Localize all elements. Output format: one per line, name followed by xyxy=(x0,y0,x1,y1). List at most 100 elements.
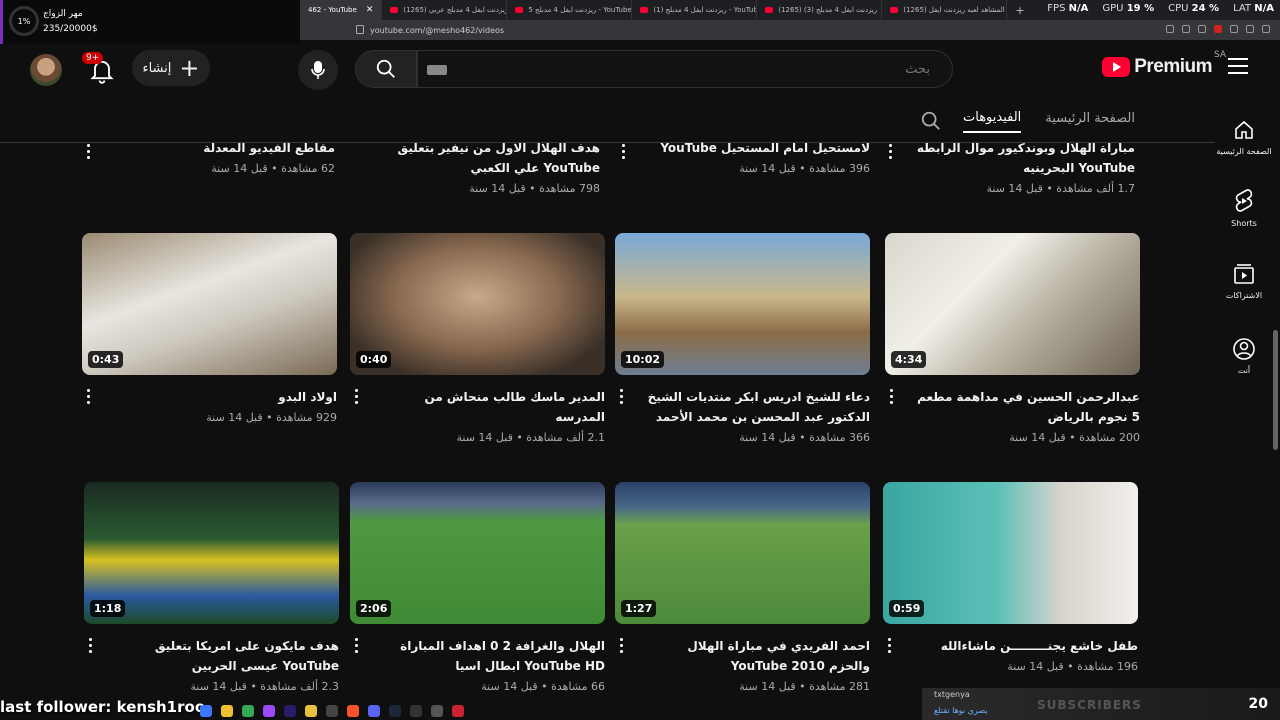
extension-icon[interactable] xyxy=(1246,25,1254,33)
more-options-icon[interactable] xyxy=(354,638,358,653)
browser-tab[interactable]: ريزدنت ايفل 4 مدبلج (3) (1265) xyxy=(757,0,883,20)
channel-search-button[interactable] xyxy=(920,110,942,136)
video-title[interactable]: مقاطع الفيديو المعدلة xyxy=(80,138,335,158)
guide-item-subscriptions[interactable]: الاشتراكات xyxy=(1208,262,1280,300)
search-input[interactable] xyxy=(417,50,953,88)
more-options-icon[interactable] xyxy=(621,144,625,159)
video-title[interactable]: طفل خاشع يجنـــــــــن ماشاءالله xyxy=(913,636,1138,656)
video-title[interactable]: عبدالرحمن الحسين في مداهمة مطعم 5 نجوم ب… xyxy=(915,387,1140,427)
app-icon[interactable] xyxy=(263,705,275,717)
video-title[interactable]: هدف مايكون على امريكا بتعليق YouTube عيس… xyxy=(114,636,339,676)
video-title[interactable]: اولاد البدو xyxy=(112,387,337,407)
search-button[interactable] xyxy=(355,50,417,88)
extension-icon[interactable] xyxy=(1198,25,1206,33)
browser-tab-active[interactable]: 462 - YouTube ✕ xyxy=(300,0,383,20)
menu-icon[interactable] xyxy=(1262,25,1270,33)
extension-icon[interactable] xyxy=(1230,25,1238,33)
video-title[interactable]: المدير ماسك طالب منحاش من المدرسه xyxy=(380,387,605,427)
app-icon[interactable] xyxy=(200,705,212,717)
video-card[interactable]: 1:18 هدف مايكون على امريكا بتعليق YouTub… xyxy=(84,482,339,693)
video-thumbnail[interactable]: 10:02 xyxy=(615,233,870,375)
video-thumbnail[interactable]: 0:40 xyxy=(350,233,605,375)
more-options-icon[interactable] xyxy=(887,638,891,653)
video-card[interactable]: 10:02 دعاء للشيخ ادريس ابكر منتديات الشي… xyxy=(615,233,870,444)
video-title[interactable]: لامستحيل امام المستحيل YouTube xyxy=(615,138,870,158)
video-thumbnail[interactable]: 1:27 xyxy=(615,482,870,624)
app-icon[interactable] xyxy=(431,705,443,717)
page-scrollbar[interactable] xyxy=(1273,330,1278,450)
brave-shield-icon[interactable] xyxy=(1214,25,1222,33)
more-options-icon[interactable] xyxy=(354,389,358,404)
brave-icon[interactable] xyxy=(347,705,359,717)
close-icon[interactable]: ✕ xyxy=(366,5,374,15)
address-bar[interactable]: youtube.com/@mesho462/videos xyxy=(300,20,1280,40)
app-icon[interactable] xyxy=(410,705,422,717)
keyboard-icon[interactable] xyxy=(427,65,447,75)
video-card[interactable]: 0:59 طفل خاشع يجنـــــــــن ماشاءالله 19… xyxy=(883,482,1138,673)
guide-item-you[interactable]: أنت xyxy=(1208,337,1280,375)
video-thumbnail[interactable]: 4:34 xyxy=(885,233,1140,375)
video-meta: 66 مشاهدة • قبل 14 سنة xyxy=(481,680,605,693)
url-text[interactable]: youtube.com/@mesho462/videos xyxy=(370,26,504,35)
account-avatar[interactable] xyxy=(30,54,62,86)
video-title[interactable]: دعاء للشيخ ادريس ابكر منتديات الشيخ الدك… xyxy=(645,387,870,427)
chat-username: txtgenya xyxy=(934,690,970,699)
video-duration: 1:18 xyxy=(90,600,126,617)
guide-item-shorts[interactable]: Shorts xyxy=(1208,188,1280,228)
bookmark-icon[interactable] xyxy=(356,25,364,34)
video-title[interactable]: احمد الفريدي في مباراة الهلال والحزم You… xyxy=(645,636,870,676)
create-button[interactable]: إنشاء + xyxy=(132,50,210,86)
video-thumbnail[interactable]: 0:59 xyxy=(883,482,1138,624)
video-card-partial[interactable]: مقاطع الفيديو المعدلة 62 مشاهدة • قبل 14… xyxy=(80,138,335,175)
notifications-button[interactable]: 9+ xyxy=(82,52,118,86)
video-title[interactable]: الهلال والغرافة 2 0 اهداف المباراة YouTu… xyxy=(380,636,605,676)
video-card[interactable]: 1:27 احمد الفريدي في مباراة الهلال والحز… xyxy=(615,482,870,693)
video-meta: 200 مشاهدة • قبل 14 سنة xyxy=(1009,431,1140,444)
guide-item-home[interactable]: الصفحة الرئيسية xyxy=(1208,118,1280,156)
browser-tab[interactable]: (1265) جميع المشاهد لعبه ريزدنت ايفل xyxy=(882,0,1008,20)
more-options-icon[interactable] xyxy=(86,389,90,404)
extension-icon[interactable] xyxy=(1166,25,1174,33)
premiere-icon[interactable] xyxy=(284,705,296,717)
more-options-icon[interactable] xyxy=(889,389,893,404)
plus-icon: + xyxy=(179,54,200,82)
tab-home[interactable]: الصفحة الرئيسية xyxy=(1045,111,1135,132)
app-icon[interactable] xyxy=(221,705,233,717)
discord-icon[interactable] xyxy=(368,705,380,717)
new-tab-button[interactable]: + xyxy=(1007,4,1032,17)
video-thumbnail[interactable]: 1:18 xyxy=(84,482,339,624)
video-thumbnail[interactable]: 0:43 xyxy=(82,233,337,375)
video-title[interactable]: هدف الهلال الاول من نيفير بتعليق YouTube… xyxy=(345,138,601,178)
donation-goal-overlay: 1% مهر الزواج 235/20000$ xyxy=(0,0,300,44)
browser-tab[interactable]: ريزدنت ايفل 4 مدبلج 5 - YouTube xyxy=(507,0,633,20)
obs-icon[interactable] xyxy=(452,705,464,717)
voice-search-button[interactable] xyxy=(298,50,338,90)
more-options-icon[interactable] xyxy=(86,144,90,159)
more-options-icon[interactable] xyxy=(619,389,623,404)
tab-videos[interactable]: الفيديوهات xyxy=(963,110,1022,133)
video-card[interactable]: 4:34 عبدالرحمن الحسين في مداهمة مطعم 5 ن… xyxy=(885,233,1140,444)
app-icon[interactable] xyxy=(326,705,338,717)
browser-tab[interactable]: ريزدنت ايفل 4 مدبلج (1) - YouTube xyxy=(632,0,758,20)
more-options-icon[interactable] xyxy=(619,638,623,653)
video-title[interactable]: مباراة الهلال وبوندكيور موال الرابطه You… xyxy=(880,138,1135,178)
browser-tab[interactable]: (1265) ريزدنت ايفل 4 مدبلج عربي xyxy=(382,0,508,20)
shorts-icon xyxy=(1235,189,1253,212)
video-meta: 196 مشاهدة • قبل 14 سنة xyxy=(1007,660,1138,673)
video-card-partial[interactable]: مباراة الهلال وبوندكيور موال الرابطه You… xyxy=(880,138,1135,195)
youtube-premium-logo[interactable]: Premium SA xyxy=(1102,50,1226,78)
steam-icon[interactable] xyxy=(389,705,401,717)
extension-icon[interactable] xyxy=(1182,25,1190,33)
chrome-icon[interactable] xyxy=(242,705,254,717)
video-card[interactable]: 0:43 اولاد البدو 929 مشاهدة • قبل 14 سنة xyxy=(82,233,337,424)
more-options-icon[interactable] xyxy=(888,144,892,159)
folder-icon[interactable] xyxy=(305,705,317,717)
video-card[interactable]: 0:40 المدير ماسك طالب منحاش من المدرسه 2… xyxy=(350,233,605,444)
video-card-partial[interactable]: لامستحيل امام المستحيل YouTube 396 مشاهد… xyxy=(615,138,870,175)
menu-icon[interactable] xyxy=(1228,58,1248,74)
video-thumbnail[interactable]: 2:06 xyxy=(350,482,605,624)
more-options-icon[interactable] xyxy=(88,638,92,653)
video-card-partial[interactable]: هدف الهلال الاول من نيفير بتعليق YouTube… xyxy=(345,138,601,195)
search-box xyxy=(355,50,953,88)
video-card[interactable]: 2:06 الهلال والغرافة 2 0 اهداف المباراة … xyxy=(350,482,605,693)
